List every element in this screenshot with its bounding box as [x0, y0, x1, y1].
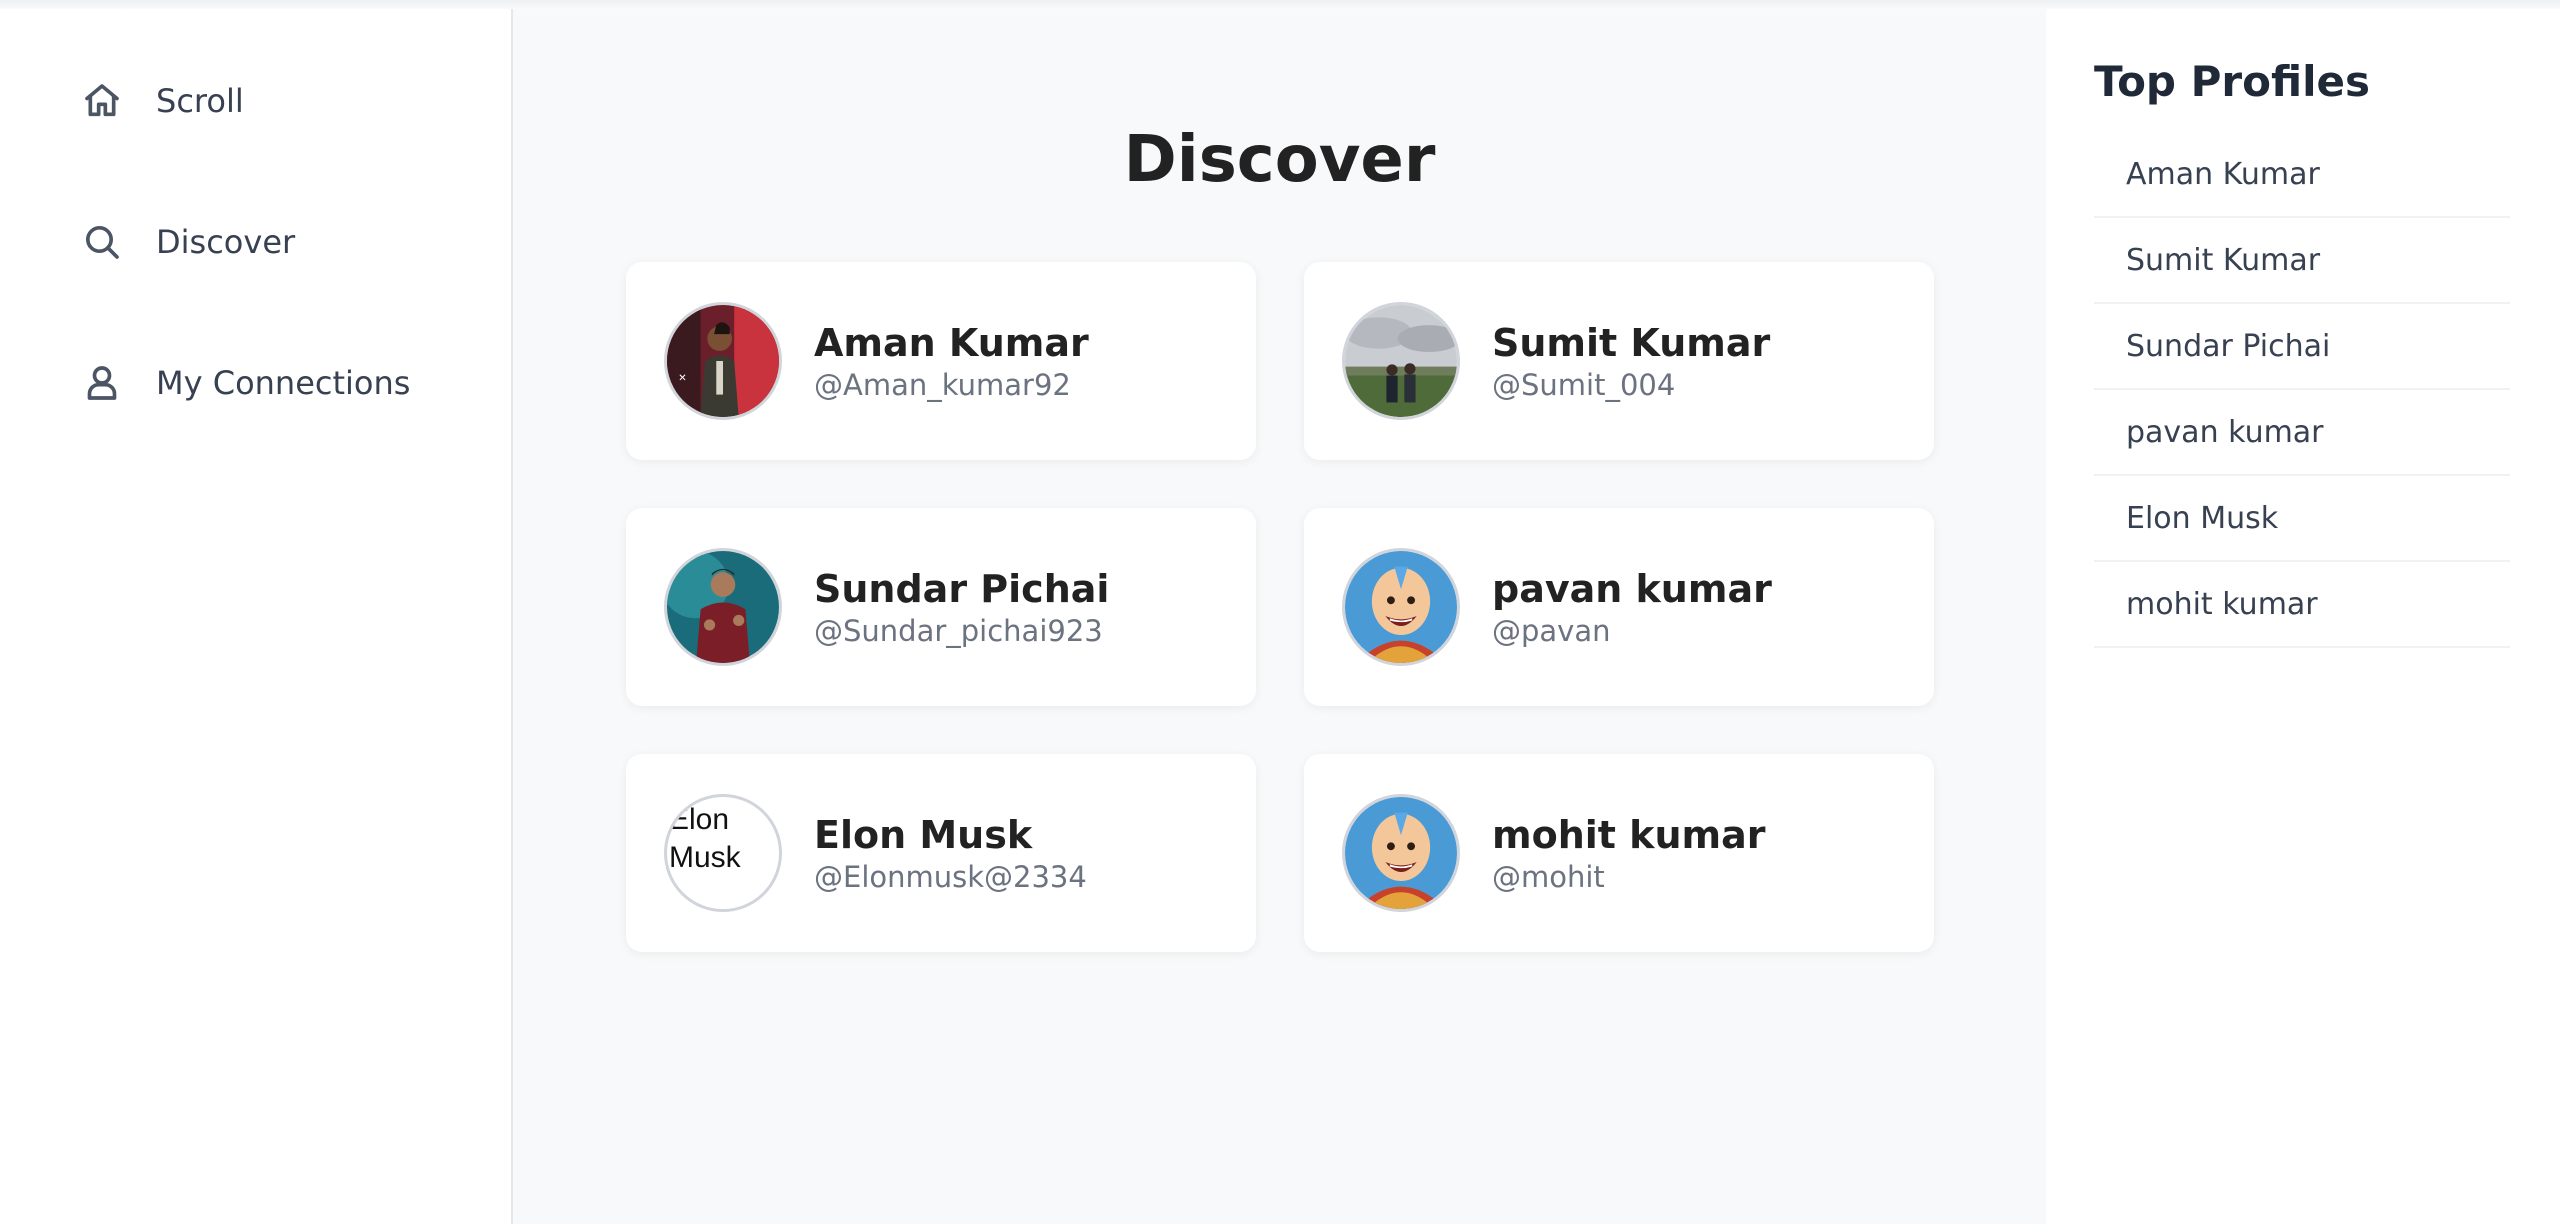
avatar-alt-text: Elon Musk [669, 803, 741, 874]
profile-handle: @pavan [1492, 614, 1611, 648]
nav-item-label: My Connections [156, 364, 411, 402]
profile-name: Elon Musk [814, 813, 1033, 857]
profile-handle: @Sundar_pichai923 [814, 614, 1103, 648]
nav-item-label: Scroll [156, 82, 244, 120]
top-profile-item[interactable]: Sundar Pichai [2094, 304, 2510, 390]
top-profiles-panel: Top Profiles Aman Kumar Sumit Kumar Sund… [2046, 9, 2560, 1224]
profile-name: mohit kumar [1492, 813, 1766, 857]
user-icon [80, 361, 124, 405]
avatar-broken-image: Elon Musk [664, 794, 782, 912]
profile-card[interactable]: mohit kumar @mohit [1304, 754, 1934, 952]
sidebar: Scroll Discover My Connections [0, 9, 513, 1224]
profile-card[interactable]: Elon Musk Elon Musk @Elonmusk@2334 [626, 754, 1256, 952]
profile-handle: @Elonmusk@2334 [814, 860, 1087, 894]
profile-name: Sumit Kumar [1492, 321, 1771, 365]
profile-card[interactable]: Sundar Pichai @Sundar_pichai923 [626, 508, 1256, 706]
svg-text:✕: ✕ [678, 373, 686, 384]
top-profile-item[interactable]: Elon Musk [2094, 476, 2510, 562]
avatar [1342, 794, 1460, 912]
avatar [664, 548, 782, 666]
home-icon [80, 79, 124, 123]
top-profile-item[interactable]: mohit kumar [2094, 562, 2510, 648]
top-profile-item[interactable]: Sumit Kumar [2094, 218, 2510, 304]
profile-card[interactable]: pavan kumar @pavan [1304, 508, 1934, 706]
profile-handle: @Aman_kumar92 [814, 368, 1071, 402]
top-border [0, 0, 2560, 9]
avatar: ✕ [664, 302, 782, 420]
app-layout: Scroll Discover My Connections Discover [0, 9, 2560, 1224]
profile-name: Aman Kumar [814, 321, 1089, 365]
avatar [1342, 302, 1460, 420]
profile-handle: @Sumit_004 [1492, 368, 1676, 402]
top-profiles-title: Top Profiles [2094, 57, 2370, 106]
profile-card[interactable]: ✕ Aman Kumar @Aman_kumar92 [626, 262, 1256, 460]
main-content: Discover ✕ Aman Kumar @Aman_kumar92 Sumi… [513, 9, 2046, 1224]
nav-item-discover[interactable]: Discover [80, 220, 511, 264]
page-title: Discover [1123, 123, 1436, 197]
profile-handle: @mohit [1492, 860, 1605, 894]
nav-item-scroll[interactable]: Scroll [80, 79, 511, 123]
nav-item-my-connections[interactable]: My Connections [80, 361, 511, 405]
profile-name: Sundar Pichai [814, 567, 1110, 611]
profile-card[interactable]: Sumit Kumar @Sumit_004 [1304, 262, 1934, 460]
avatar [1342, 548, 1460, 666]
search-icon [80, 220, 124, 264]
nav-item-label: Discover [156, 223, 296, 261]
top-profile-item[interactable]: Aman Kumar [2094, 132, 2510, 218]
top-profile-item[interactable]: pavan kumar [2094, 390, 2510, 476]
profile-grid: ✕ Aman Kumar @Aman_kumar92 Sumit Kumar @… [626, 262, 1934, 952]
profile-name: pavan kumar [1492, 567, 1772, 611]
